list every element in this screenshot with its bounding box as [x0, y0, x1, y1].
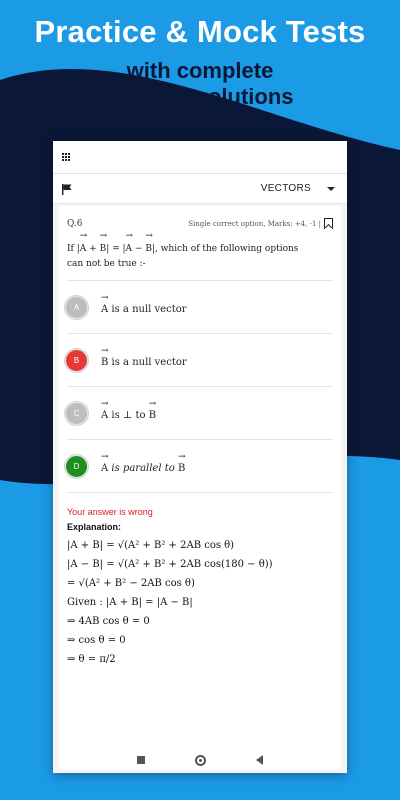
home-icon[interactable] [195, 754, 206, 766]
recents-icon[interactable] [137, 756, 145, 764]
option-a[interactable]: A A is a null vector [59, 281, 341, 333]
explanation-line: ⇒ cos θ = 0 [67, 635, 126, 646]
question-header: Q.6 Single correct option, Marks: +4, -1… [59, 206, 341, 232]
explanation-title: Explanation: [67, 522, 122, 532]
chevron-down-icon[interactable] [327, 187, 335, 191]
option-d[interactable]: D A is parallel to B [59, 440, 341, 492]
app-top-bar [53, 141, 347, 174]
option-label: is parallel to [111, 462, 175, 474]
marks-info: Single correct option, Marks: +4, -1 | [188, 219, 321, 228]
q-text-part: | = | [106, 244, 126, 254]
option-vector: A [101, 452, 109, 474]
option-label: is a null vector [111, 303, 187, 315]
option-b-text: B is a null vector [101, 346, 187, 368]
question-number: Q.6 [67, 218, 83, 229]
explanation-line: ⇒ θ = π/2 [67, 654, 116, 665]
option-c-badge[interactable]: C [65, 401, 88, 425]
promo-headline: Practice & Mock Tests [34, 14, 366, 49]
explanation-line: |A − B| = √(A² + B² + 2AB cos(180 − θ)) [67, 559, 273, 570]
promo-subline-1: with complete [126, 58, 274, 83]
explanation-body: |A + B| = √(A² + B² + 2AB cos θ) |A − B|… [59, 532, 341, 669]
vector-b: B [145, 231, 152, 257]
option-vector: A [101, 293, 109, 315]
question-meta: Single correct option, Marks: +4, -1 | [188, 218, 333, 229]
option-a-text: A is a null vector [101, 293, 187, 315]
flag-icon[interactable] [61, 183, 73, 195]
option-d-text: A is parallel to B [101, 452, 186, 474]
phone-screen: VECTORS Q.6 Single correct option, Marks… [53, 141, 347, 773]
topic-bar: VECTORS [53, 174, 347, 204]
question-text: If |A + B| = |A − B|, which of the follo… [59, 231, 341, 280]
q-text-line2: can not be true :- [67, 259, 146, 269]
option-c[interactable]: C A is ⊥ to B [59, 387, 341, 439]
vector-b: B [100, 231, 107, 257]
grid-menu-icon[interactable] [62, 152, 71, 162]
option-d-badge[interactable]: D [65, 454, 88, 478]
promo-subline-2: detailed solutions [106, 84, 294, 109]
option-label: is ⊥ to [111, 409, 146, 421]
q-text-part: − [134, 244, 143, 254]
option-b[interactable]: B B is a null vector [59, 334, 341, 386]
explanation-line: Given : |A + B| = |A − B| [67, 597, 193, 608]
q-text-part: If | [67, 244, 80, 254]
question-card: Q.6 Single correct option, Marks: +4, -1… [59, 206, 341, 770]
explanation-line: |A + B| = √(A² + B² + 2AB cos θ) [67, 540, 235, 551]
option-vector-2: B [149, 399, 157, 421]
explanation-line: ⇒ 4AB cos θ = 0 [67, 616, 150, 627]
option-label: is a null vector [111, 356, 187, 368]
q-text-part: |, which of the following options [151, 244, 299, 254]
answer-status: Your answer is wrong [67, 507, 153, 517]
option-c-text: A is ⊥ to B [101, 399, 157, 421]
option-a-badge[interactable]: A [65, 295, 88, 319]
back-icon[interactable] [256, 755, 263, 765]
explanation-line: = √(A² + B² − 2AB cos θ) [67, 578, 195, 589]
vector-a: A [80, 231, 87, 257]
system-nav-bar [53, 747, 347, 773]
option-b-badge[interactable]: B [65, 348, 88, 372]
topic-selector[interactable]: VECTORS [261, 183, 311, 194]
option-vector: A [101, 399, 109, 421]
q-text-part: + [89, 244, 97, 254]
option-vector-2: B [178, 452, 186, 474]
bookmark-icon[interactable] [324, 218, 333, 229]
vector-a: A [126, 231, 133, 257]
option-vector: B [101, 346, 109, 368]
